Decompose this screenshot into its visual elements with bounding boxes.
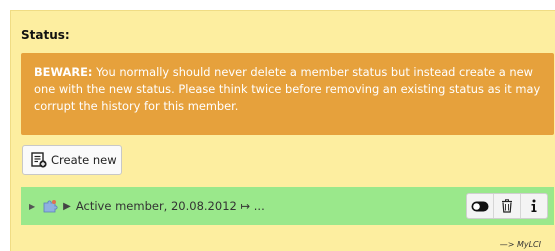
beware-text: You normally should never delete a membe… — [34, 65, 541, 113]
member-status-row[interactable]: ▶ ▶ Active member, 20.08.2012 ↦ ... — [21, 187, 554, 225]
delete-button[interactable] — [494, 194, 521, 218]
info-button[interactable] — [521, 194, 547, 218]
create-document-icon — [31, 152, 47, 168]
beware-alert: BEWARE: You normally should never delete… — [21, 53, 554, 135]
toggle-button[interactable] — [467, 194, 494, 218]
puzzle-icon — [43, 200, 58, 213]
expand-caret-icon[interactable]: ▶ — [63, 201, 71, 212]
beware-label: BEWARE: — [34, 65, 93, 79]
create-new-label: Create new — [51, 153, 117, 167]
trash-icon — [502, 199, 512, 213]
row-actions — [466, 193, 548, 219]
create-new-button[interactable]: Create new — [22, 145, 122, 175]
status-heading: Status: — [21, 28, 70, 42]
tree-caret-icon[interactable]: ▶ — [29, 202, 35, 211]
footer-credit: —> MyLCI — [499, 240, 541, 249]
status-panel: Status: BEWARE: You normally should neve… — [10, 10, 555, 251]
member-status-label: Active member, 20.08.2012 ↦ ... — [75, 199, 265, 213]
info-icon — [531, 199, 537, 212]
toggle-icon — [471, 201, 489, 211]
